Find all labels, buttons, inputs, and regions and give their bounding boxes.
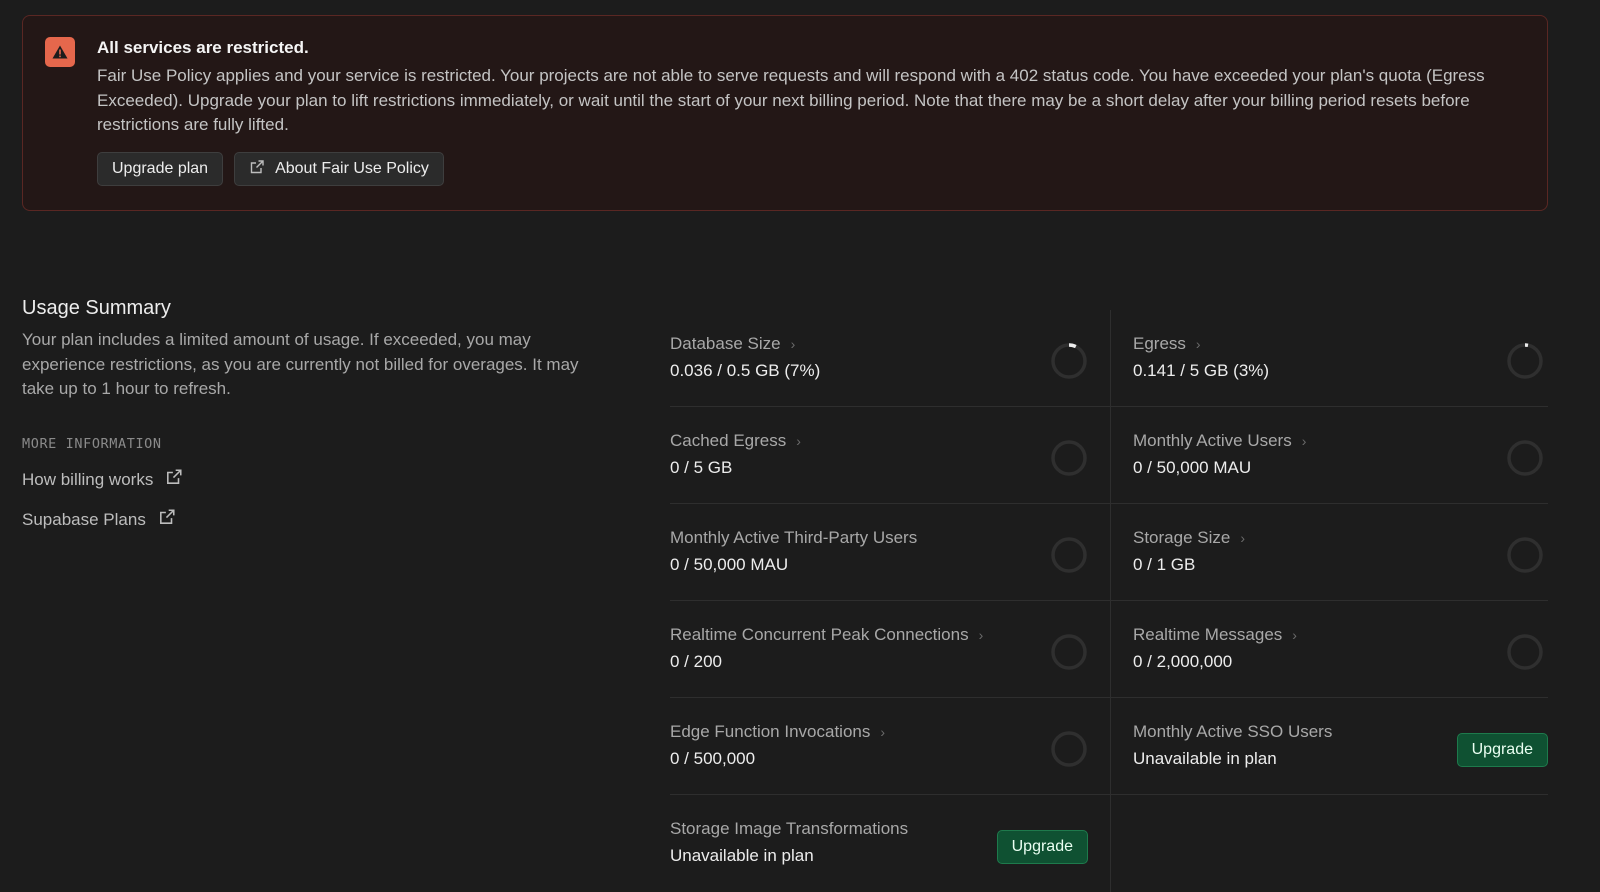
how-billing-works-label: How billing works: [22, 469, 154, 489]
usage-item-value: 0 / 1 GB: [1133, 555, 1196, 574]
external-link-icon: [165, 468, 183, 491]
gauge-track: [1051, 537, 1087, 573]
usage-item-value: Unavailable in plan: [670, 846, 814, 865]
usage-item-label: Egress: [1133, 334, 1186, 353]
usage-item-value: 0 / 2,000,000: [1133, 652, 1233, 671]
usage-gauge-icon: [1507, 440, 1543, 476]
usage-item-value: Unavailable in plan: [1133, 749, 1277, 768]
chevron-right-icon: ›: [1292, 627, 1297, 643]
chevron-right-icon: ›: [880, 724, 886, 740]
chevron-right-icon: ›: [1301, 433, 1307, 449]
usage-gauge-icon: [1507, 343, 1543, 379]
usage-item-label: Realtime Concurrent Peak Connections: [670, 625, 969, 644]
chevron-right-icon: ›: [978, 627, 984, 643]
usage-item-value: 0 / 50,000 MAU: [670, 555, 789, 574]
usage-item-storage-image-transformations: Storage Image Transformations Unavailabl…: [670, 795, 1110, 892]
how-billing-works-link[interactable]: How billing works: [22, 468, 183, 491]
usage-item-monthly-active-sso-users: Monthly Active SSO Users Unavailable in …: [1110, 698, 1548, 795]
usage-item-realtime-peak-connections[interactable]: Realtime Concurrent Peak Connections › 0 …: [670, 601, 1110, 698]
upgrade-plan-button[interactable]: Upgrade plan: [97, 152, 224, 186]
usage-gauge-icon: [1051, 731, 1087, 767]
chevron-right-icon: ›: [790, 336, 796, 352]
gauge-track: [1507, 343, 1543, 379]
usage-item-label: Realtime Messages: [1133, 625, 1283, 644]
usage-gauge-icon: [1051, 537, 1087, 573]
usage-item-database-size[interactable]: Database Size › 0.036 / 0.5 GB (7%): [670, 310, 1110, 407]
gauge-track: [1051, 731, 1087, 767]
gauge-track: [1051, 634, 1087, 670]
usage-item-label: Storage Size: [1133, 528, 1231, 547]
usage-item-edge-function-invocations[interactable]: Edge Function Invocations › 0 / 500,000: [670, 698, 1110, 795]
usage-item-value: 0.036 / 0.5 GB (7%): [670, 361, 821, 380]
external-link-icon: [158, 508, 176, 531]
usage-item-label: Monthly Active Users: [1133, 431, 1292, 450]
alert-actions: Upgrade plan About Fair Use Policy: [97, 152, 444, 186]
gauge-track: [1051, 440, 1087, 476]
usage-gauge-icon: [1507, 634, 1543, 670]
usage-item-label: Monthly Active SSO Users: [1133, 722, 1333, 741]
alert-message: Fair Use Policy applies and your service…: [97, 66, 1485, 134]
gauge-track: [1507, 440, 1543, 476]
upgrade-sso-button[interactable]: Upgrade: [1456, 733, 1548, 767]
usage-summary-description: Your plan includes a limited amount of u…: [22, 330, 579, 398]
more-information-label: MORE INFORMATION: [22, 436, 162, 452]
usage-gauge-icon: [1051, 440, 1087, 476]
about-fair-use-policy-button[interactable]: About Fair Use Policy: [234, 152, 444, 186]
gauge-track: [1507, 634, 1543, 670]
usage-item-label: Storage Image Transformations: [670, 819, 909, 838]
usage-item-value: 0.141 / 5 GB (3%): [1133, 361, 1270, 380]
usage-item-label: Monthly Active Third-Party Users: [670, 528, 918, 547]
usage-item-label: Database Size: [670, 334, 781, 353]
usage-gauge-icon: [1507, 537, 1543, 573]
usage-item-realtime-messages[interactable]: Realtime Messages › 0 / 2,000,000: [1110, 601, 1548, 698]
restriction-alert: All services are restricted. Fair Use Po…: [22, 15, 1548, 211]
upgrade-plan-label: Upgrade plan: [112, 160, 209, 177]
usage-item-empty: [1110, 795, 1548, 892]
external-link-icon: [249, 159, 265, 180]
supabase-plans-link[interactable]: Supabase Plans: [22, 508, 176, 531]
usage-item-value: 0 / 200: [670, 652, 722, 671]
about-fair-use-policy-label: About Fair Use Policy: [275, 160, 429, 177]
usage-gauge-icon: [1051, 343, 1087, 379]
usage-gauge-icon: [1051, 634, 1087, 670]
usage-item-value: 0 / 50,000 MAU: [1133, 458, 1252, 477]
chevron-right-icon: ›: [1195, 336, 1201, 352]
usage-item-third-party-users: Monthly Active Third-Party Users 0 / 50,…: [670, 504, 1110, 601]
chevron-right-icon: ›: [1240, 530, 1246, 546]
usage-item-egress[interactable]: Egress › 0.141 / 5 GB (3%): [1110, 310, 1548, 407]
usage-item-value: 0 / 5 GB: [670, 458, 733, 477]
usage-item-label: Edge Function Invocations: [670, 722, 871, 741]
upgrade-image-transformations-button[interactable]: Upgrade: [996, 830, 1088, 864]
usage-item-label: Cached Egress: [670, 431, 787, 450]
alert-title: All services are restricted.: [97, 38, 309, 57]
usage-summary-title: Usage Summary: [22, 297, 171, 319]
usage-item-cached-egress[interactable]: Cached Egress › 0 / 5 GB: [670, 407, 1110, 504]
gauge-track: [1507, 537, 1543, 573]
warning-triangle-icon: [45, 37, 75, 67]
supabase-plans-label: Supabase Plans: [22, 509, 146, 529]
gauge-track: [1051, 343, 1087, 379]
usage-item-value: 0 / 500,000: [670, 749, 756, 768]
usage-item-storage-size[interactable]: Storage Size › 0 / 1 GB: [1110, 504, 1548, 601]
usage-item-monthly-active-users[interactable]: Monthly Active Users › 0 / 50,000 MAU: [1110, 407, 1548, 504]
chevron-right-icon: ›: [796, 433, 801, 449]
